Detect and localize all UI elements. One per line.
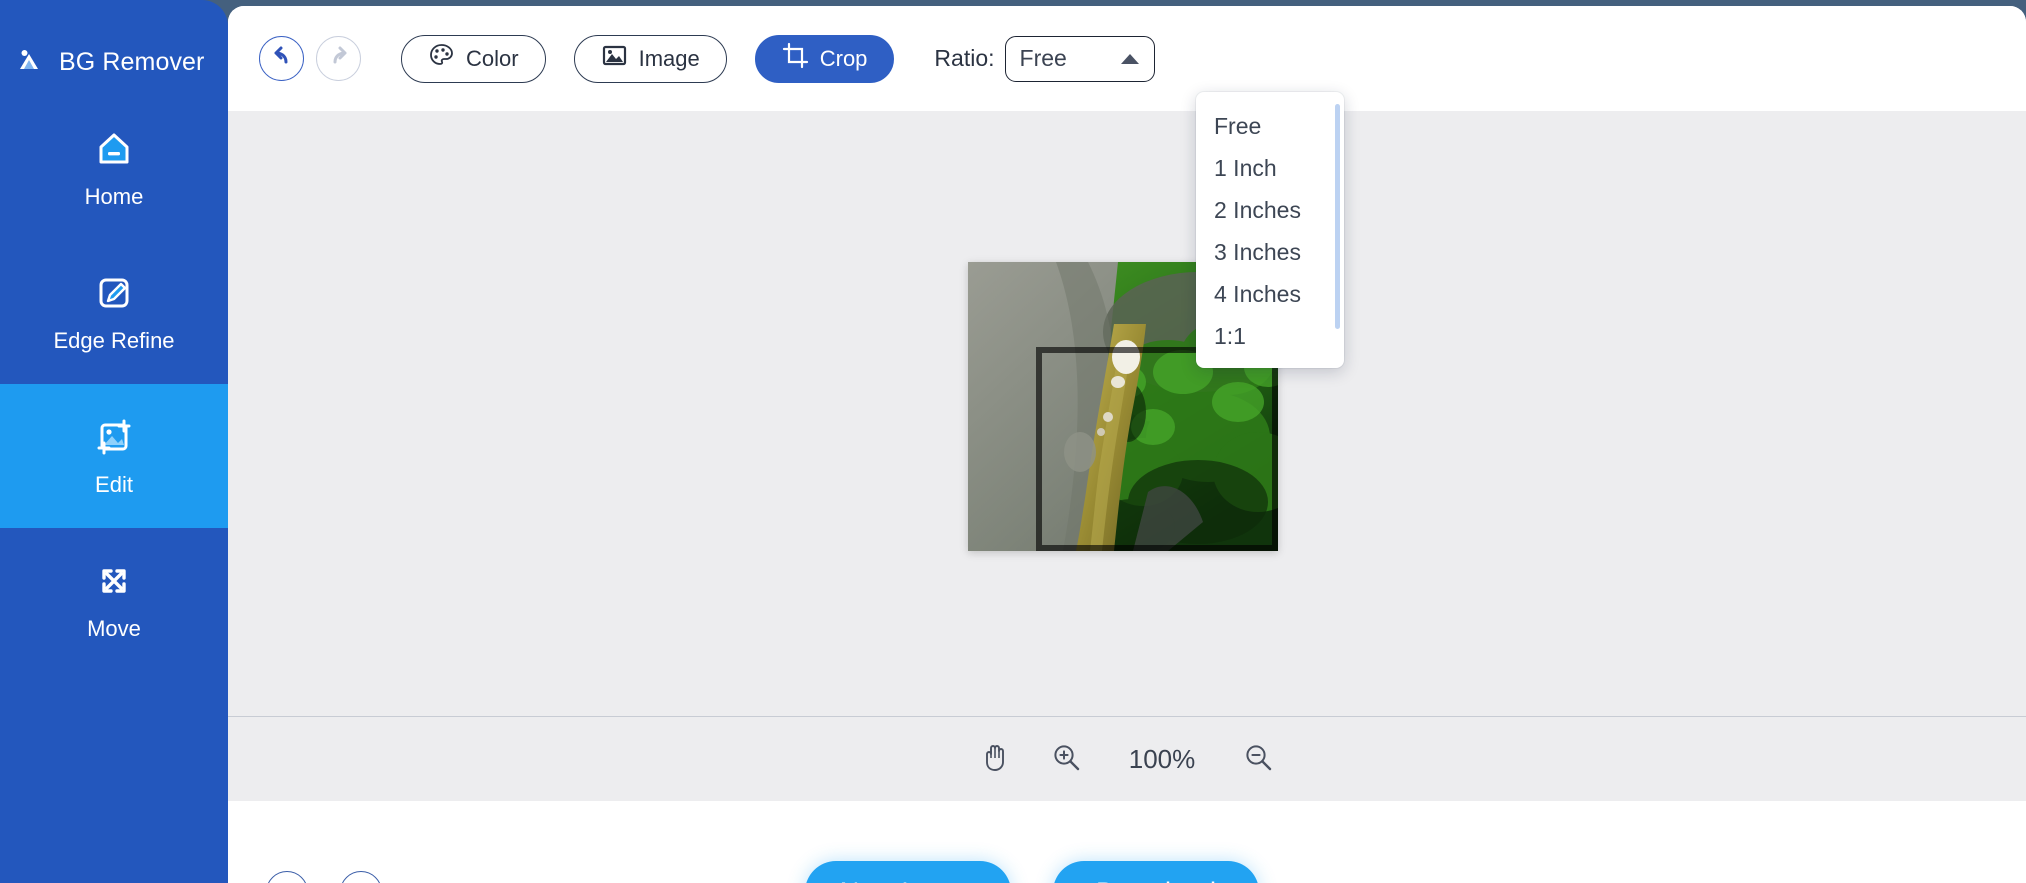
mountain-image-icon <box>16 44 48 81</box>
app-window: BG Remover Home Edge Refine Edit Move Co… <box>0 0 2026 883</box>
ratio-label: Ratio: <box>934 45 995 71</box>
sidebar: BG Remover Home Edge Refine Edit Move <box>0 0 228 883</box>
ratio-dropdown-menu[interactable]: Free 1 Inch 2 Inches 3 Inches 4 Inches 1… <box>1196 92 1344 368</box>
home-icon <box>91 126 137 172</box>
ratio-option[interactable]: Free <box>1196 105 1344 147</box>
brand: BG Remover <box>0 0 228 86</box>
crop-button[interactable]: Crop <box>754 34 895 83</box>
undo-button[interactable] <box>259 36 304 81</box>
sidebar-nav: Home Edge Refine Edit Move <box>0 96 228 672</box>
zoom-in-icon[interactable] <box>1051 742 1081 777</box>
redo-button[interactable] <box>316 36 361 81</box>
ratio-option[interactable]: 1:1 <box>1196 315 1344 357</box>
sidebar-item-home[interactable]: Home <box>0 96 228 240</box>
zoom-out-icon[interactable] <box>1243 742 1273 777</box>
sidebar-item-label: Move <box>87 616 141 641</box>
ratio-option[interactable]: 4 Inches <box>1196 273 1344 315</box>
undo-arrow-icon <box>269 43 295 74</box>
ratio-control: Ratio: Free <box>934 35 1155 82</box>
dropdown-scrollbar[interactable] <box>1335 104 1340 419</box>
sidebar-item-label: Home <box>84 184 144 209</box>
ratio-option[interactable]: 1 Inch <box>1196 147 1344 189</box>
ratio-option[interactable]: 3 Inches <box>1196 231 1344 273</box>
hand-pan-icon[interactable] <box>981 742 1009 777</box>
sidebar-item-label: Edit <box>95 472 133 497</box>
sidebar-item-edit[interactable]: Edit <box>0 384 228 528</box>
crop-frame-icon <box>782 42 809 75</box>
editor-footer: New Image Download <box>228 801 2026 883</box>
palette-icon <box>428 42 455 75</box>
new-image-button[interactable]: New Image <box>805 861 1011 883</box>
color-button[interactable]: Color <box>401 34 546 83</box>
ratio-select[interactable]: Free <box>1004 35 1155 82</box>
editor-canvas[interactable] <box>228 111 2026 716</box>
image-button-label: Image <box>638 45 700 71</box>
footer-actions: New Image Download <box>805 861 1259 883</box>
sidebar-item-edge-refine[interactable]: Edge Refine <box>0 240 228 384</box>
brand-title: BG Remover <box>59 47 205 76</box>
sidebar-item-label: Edge Refine <box>53 328 175 353</box>
move-expand-icon <box>91 558 137 604</box>
download-button[interactable]: Download <box>1053 861 1259 883</box>
color-button-label: Color <box>466 45 519 71</box>
picture-icon <box>601 42 628 75</box>
editor-toolbar: Color Image Crop Ratio: Free <box>228 6 2026 111</box>
dropdown-scrollbar-thumb[interactable] <box>1335 104 1340 329</box>
zoom-toolbar: 100% <box>228 716 2026 801</box>
crop-selection-overlay[interactable] <box>1036 347 1278 551</box>
previous-button[interactable] <box>266 871 308 883</box>
zoom-level: 100% <box>1128 743 1196 774</box>
ratio-selected-value: Free <box>1019 45 1067 71</box>
ratio-option[interactable]: 2 Inches <box>1196 189 1344 231</box>
chevron-up-icon <box>1120 53 1139 64</box>
sidebar-item-move[interactable]: Move <box>0 528 228 672</box>
next-button[interactable] <box>340 871 382 883</box>
redo-arrow-icon <box>326 43 352 74</box>
edit-image-icon <box>91 414 137 460</box>
image-button[interactable]: Image <box>573 34 727 83</box>
main-panel: Color Image Crop Ratio: Free 100% Free 1… <box>228 6 2026 883</box>
edge-refine-icon <box>91 270 137 316</box>
crop-button-label: Crop <box>819 45 868 71</box>
